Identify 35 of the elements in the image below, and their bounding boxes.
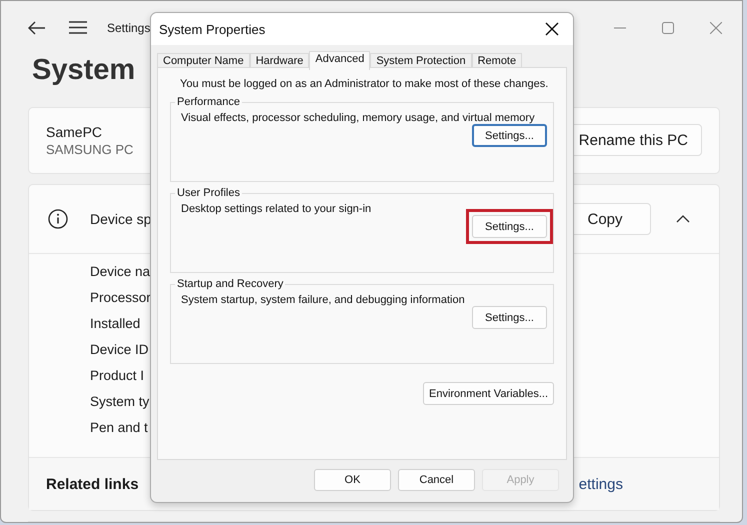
tab[interactable]: Advanced — [309, 51, 370, 70]
group-title: Startup and Recovery — [176, 278, 284, 290]
page-heading: System — [32, 54, 136, 88]
dialog-title: System Properties — [159, 22, 266, 36]
group-description: Desktop settings related to your sign-in — [181, 203, 372, 215]
spec-label: Device na — [90, 263, 150, 281]
spec-label: Installed — [90, 315, 140, 333]
spec-label: Device ID — [90, 341, 149, 359]
back-icon[interactable] — [28, 20, 46, 35]
environment-variables-button[interactable]: Environment Variables... — [423, 382, 554, 405]
group-description: System startup, system failure, and debugging information — [181, 294, 466, 306]
device-name: SamePC — [46, 124, 104, 140]
group-title: Performance — [176, 96, 241, 108]
group-title: User Profiles — [176, 187, 241, 199]
chevron-icon[interactable] — [676, 215, 690, 223]
group-description: Visual effects, processor scheduling, memory usage, and virtual memory — [181, 112, 536, 124]
related-link[interactable]: ettings — [578, 476, 623, 492]
dialog-button[interactable]: Cancel — [398, 469, 475, 491]
menu-icon[interactable] — [69, 21, 87, 34]
minimize-icon[interactable] — [614, 26, 626, 29]
close-icon[interactable] — [545, 22, 559, 36]
spec-label: Pen and t — [90, 419, 148, 437]
related-links-title: Related links — [46, 476, 139, 492]
spec-label: System ty — [90, 393, 150, 411]
maximize-icon[interactable] — [662, 22, 674, 34]
settings-button[interactable]: Settings... — [472, 124, 547, 147]
dialog-button[interactable]: OK — [314, 469, 391, 491]
device-model: SAMSUNG PC — [46, 142, 134, 157]
spec-label: Product I — [90, 367, 144, 385]
spec-label: Processor — [90, 289, 151, 307]
notice-text: You must be logged on as an Administrator to make most of these changes. — [179, 78, 550, 90]
window-title: Settings — [107, 20, 150, 35]
info-icon — [48, 209, 68, 229]
settings-button[interactable]: Settings... — [472, 215, 547, 238]
settings-button[interactable]: Settings... — [472, 306, 547, 329]
